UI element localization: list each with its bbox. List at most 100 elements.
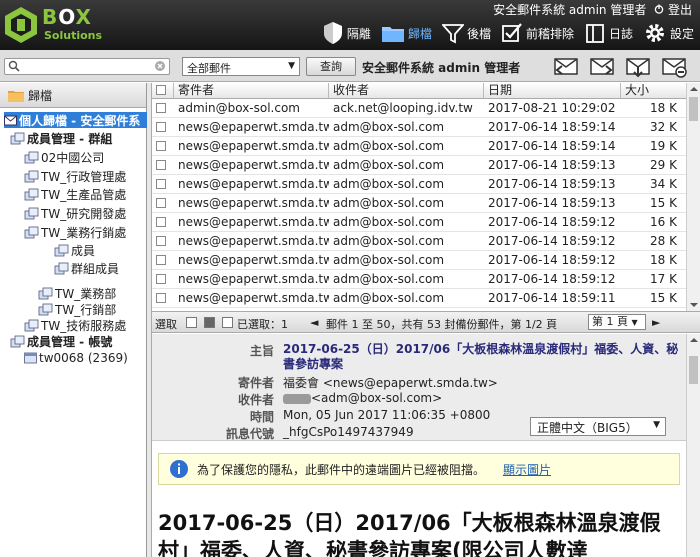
scope-title: 安全郵件系統 admin 管理者 [362,61,521,75]
to-label: 收件者 [237,393,274,407]
message-from: 福委會 <news@epaperwt.smda.tw> [283,376,498,390]
column-date[interactable]: 日期 [484,83,621,98]
row-checkbox[interactable] [156,255,166,265]
forward-mail-icon[interactable] [588,54,616,78]
tree-item-members[interactable]: 成員 [54,242,95,258]
tree-item-member-groups[interactable]: 成員管理 - 群組 [10,130,112,146]
group-icon [24,188,39,200]
mailbox-icon [4,115,17,126]
row-to: adm@box-sol.com [333,272,445,286]
tab-settings[interactable]: 設定 [643,20,694,46]
table-row[interactable]: admin@box-sol.com ack.net@looping.idv.tw 2… [152,99,700,118]
brand-name: BOX [42,5,92,29]
prev-page-icon[interactable]: ◄ [310,316,318,329]
row-from: news@epaperwt.smda.tw [178,158,329,172]
row-size: 19 K [650,139,677,153]
row-date: 2017-06-14 18:59:12 [488,215,616,229]
user-icon [24,352,37,364]
select-all-toggle[interactable] [186,317,197,328]
tree-item-rnd-dept[interactable]: TW_研究開發處 [24,205,126,221]
tab-filter[interactable]: 後檔 [441,20,491,46]
group-icon [38,303,53,315]
row-date: 2017-06-14 18:59:12 [488,272,616,286]
reply-mail-icon[interactable] [552,54,580,78]
table-row[interactable]: news@epaperwt.smda.tw adm@box-sol.com 2017… [152,289,700,308]
table-row[interactable]: news@epaperwt.smda.tw adm@box-sol.com 2017… [152,213,700,232]
row-checkbox[interactable] [156,274,166,284]
table-row[interactable]: news@epaperwt.smda.tw adm@box-sol.com 2017… [152,232,700,251]
tree-item-account-tw0068[interactable]: tw0068 (2369) [24,350,128,366]
mail-list-header: 寄件者 收件者 日期 大小 [152,83,700,99]
column-to[interactable]: 收件者 [329,83,484,98]
row-checkbox[interactable] [156,179,166,189]
table-row[interactable]: news@epaperwt.smda.tw adm@box-sol.com 2017… [152,251,700,270]
tree-item-sales-marketing-dept[interactable]: TW_業務行銷處 [24,224,126,240]
tree-item-tech-service-dept[interactable]: TW_技術服務處 [24,317,126,333]
query-button[interactable]: 查詢 [306,57,356,76]
selected-count: 已選取：1 [237,318,288,331]
row-checkbox[interactable] [156,160,166,170]
row-checkbox[interactable] [156,217,166,227]
scroll-up-icon[interactable] [687,83,700,95]
row-from: news@epaperwt.smda.tw [178,253,329,267]
tree-item-marketing-dept[interactable]: TW_行銷部 [38,301,116,317]
tree-item-sales-dept[interactable]: TW_業務部 [38,285,116,301]
row-from: admin@box-sol.com [178,101,300,115]
select-label: 選取 [155,318,177,331]
download-mail-icon[interactable] [624,54,652,78]
scroll-down-icon[interactable] [687,299,700,311]
table-row[interactable]: news@epaperwt.smda.tw adm@box-sol.com 2017… [152,175,700,194]
delete-mail-icon[interactable] [660,54,688,78]
mail-rows: admin@box-sol.com ack.net@looping.idv.tw 2… [152,99,700,308]
table-row[interactable]: news@epaperwt.smda.tw adm@box-sol.com 2017… [152,270,700,289]
row-checkbox[interactable] [156,122,166,132]
scroll-thumb[interactable] [689,97,698,121]
encoding-select[interactable]: 正體中文（BIG5） ▼ [530,417,666,436]
row-checkbox[interactable] [156,198,166,208]
tab-pre-exclude[interactable]: 前稽排除 [501,20,574,46]
show-images-link[interactable]: 顯示圖片 [503,461,551,478]
group-icon [54,262,69,274]
tab-archive[interactable]: 歸檔 [381,20,432,46]
row-checkbox[interactable] [156,236,166,246]
tree-item-china-company[interactable]: 02中國公司 [24,149,104,165]
tree-item-member-accounts[interactable]: 成員管理 - 帳號 [10,333,112,349]
folder-search-input[interactable] [21,59,151,74]
tree-item-group-members[interactable]: 群組成員 [54,260,119,276]
table-row[interactable]: news@epaperwt.smda.tw adm@box-sol.com 2017… [152,194,700,213]
scroll-thumb[interactable] [689,356,698,384]
mail-list-scrollbar[interactable] [686,83,700,311]
row-checkbox[interactable] [156,141,166,151]
selected-checkbox[interactable] [222,317,233,328]
row-checkbox[interactable] [156,103,166,113]
column-size[interactable]: 大小 [621,83,681,98]
cube-logo-icon [5,7,37,43]
tab-log[interactable]: 日誌 [584,20,633,46]
scroll-up-icon[interactable] [687,334,700,346]
box-solutions-logo: BOX Solutions [4,4,114,46]
reader-scrollbar[interactable] [686,334,700,557]
select-none-toggle[interactable] [204,317,215,328]
row-checkbox[interactable] [156,293,166,303]
row-from: news@epaperwt.smda.tw [178,177,329,191]
select-all-checkbox[interactable] [156,85,166,95]
next-page-icon[interactable]: ► [652,316,660,329]
power-icon [654,4,664,14]
row-size: 15 K [650,291,677,305]
row-date: 2017-06-14 18:59:12 [488,253,616,267]
tree-item-personal-archive[interactable]: 個人歸檔 - 安全郵件系 [4,112,147,128]
tab-quarantine[interactable]: 隔離 [322,20,371,46]
row-size: 18 K [650,101,677,115]
logout-link[interactable]: 登出 [654,1,692,18]
tree-item-production-qc-dept[interactable]: TW_生產品管處 [24,186,126,202]
table-row[interactable]: news@epaperwt.smda.tw adm@box-sol.com 2017… [152,156,700,175]
column-from[interactable]: 寄件者 [174,83,329,98]
row-checkbox-cell [152,194,174,212]
row-to: adm@box-sol.com [333,196,445,210]
page-select[interactable]: 第 1 頁 ▼ [588,314,646,330]
table-row[interactable]: news@epaperwt.smda.tw adm@box-sol.com 2017… [152,118,700,137]
tree-item-admin-dept[interactable]: TW_行政管理處 [24,168,126,184]
mail-scope-select[interactable]: 全部郵件 ▼ [182,57,300,76]
table-row[interactable]: news@epaperwt.smda.tw adm@box-sol.com 2017… [152,137,700,156]
clear-icon[interactable] [154,60,166,72]
